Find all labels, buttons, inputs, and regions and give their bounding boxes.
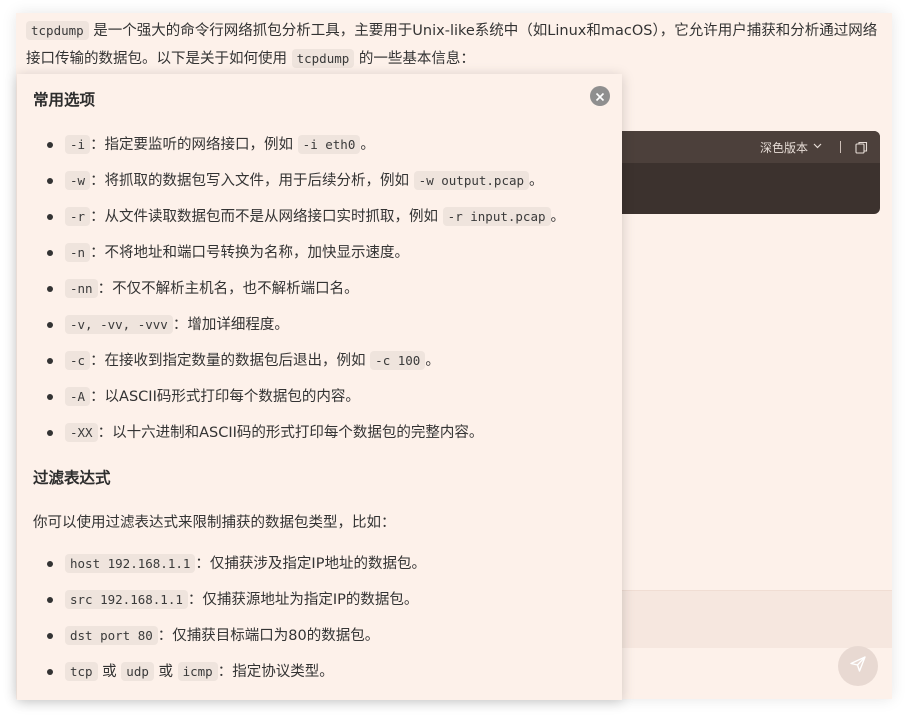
option-text: ：不仅不解析主机名，也不解析端口名。 <box>97 281 359 297</box>
theme-label: 深色版本 <box>759 140 808 155</box>
protocol-code: tcp <box>65 662 98 681</box>
list-item: src 192.168.1.1 ：仅捕获源地址为指定IP的数据包。 <box>47 582 426 618</box>
option-text: ：以ASCII码形式打印每个数据包的内容。 <box>90 389 360 405</box>
intro-text: 的一些基本信息： <box>354 51 475 67</box>
intro-paragraph: tcpdump 是一个强大的命令行网络抓包分析工具，主要用于Unix-like系… <box>26 17 886 73</box>
option-text: ：在接收到指定数量的数据包后退出，例如 <box>90 353 371 369</box>
list-item: -XX ：以十六进制和ASCII码的形式打印每个数据包的完整内容。 <box>47 415 565 451</box>
option-text: ：指定要监听的网络接口，例如 <box>90 137 298 153</box>
inline-code: tcpdump <box>291 49 355 68</box>
filter-code: host 192.168.1.1 <box>65 554 196 573</box>
example-code: -w output.pcap <box>413 171 530 190</box>
example-code: -i eth0 <box>297 135 361 154</box>
conjunction-text: 或 <box>97 664 122 680</box>
option-code: -c <box>65 351 91 370</box>
detail-popup: 常用选项 -i ：指定要监听的网络接口，例如 -i eth0。 -w ：将抓取的数据… <box>17 74 622 700</box>
filter-text: ：仅捕获涉及指定IP地址的数据包。 <box>195 556 426 572</box>
send-icon <box>849 655 867 677</box>
list-item: -n ：不将地址和端口号转换为名称，加快显示速度。 <box>47 235 565 271</box>
option-code: -XX <box>65 423 98 442</box>
conjunction-text: 或 <box>153 664 178 680</box>
theme-dropdown[interactable]: 深色版本 <box>760 139 822 156</box>
list-item: -i ：指定要监听的网络接口，例如 -i eth0。 <box>47 127 565 163</box>
filter-code: dst port 80 <box>65 626 158 645</box>
divider <box>840 141 841 153</box>
option-code: -A <box>65 387 91 406</box>
section-description: 你可以使用过滤表达式来限制捕获的数据包类型，比如： <box>33 515 396 531</box>
close-button[interactable] <box>590 86 610 106</box>
section-title-options: 常用选项 <box>33 91 96 109</box>
punctuation: 。 <box>550 209 566 225</box>
protocol-code: udp <box>121 662 154 681</box>
option-text: ：以十六进制和ASCII码的形式打印每个数据包的完整内容。 <box>97 425 484 441</box>
option-text: ：增加详细程度。 <box>172 317 289 333</box>
chevron-down-icon <box>813 142 822 152</box>
code-block-header: 深色版本 <box>578 131 880 163</box>
list-item: -w ：将抓取的数据包写入文件，用于后续分析，例如 -w output.pcap。 <box>47 163 565 199</box>
punctuation: 。 <box>425 353 440 369</box>
option-text: ：不将地址和端口号转换为名称，加快显示速度。 <box>90 245 410 261</box>
list-item: dst port 80 ：仅捕获目标端口为80的数据包。 <box>47 618 426 654</box>
protocol-code: icmp <box>177 662 218 681</box>
filter-code: src 192.168.1.1 <box>65 590 188 609</box>
option-code: -nn <box>65 279 98 298</box>
options-list: -i ：指定要监听的网络接口，例如 -i eth0。 -w ：将抓取的数据包写入文件… <box>47 127 565 451</box>
protocol-text: ：指定协议类型。 <box>217 664 334 680</box>
list-item: -v, -vv, -vvv ：增加详细程度。 <box>47 307 565 343</box>
list-item: host 192.168.1.1 ：仅捕获涉及指定IP地址的数据包。 <box>47 546 426 582</box>
section-title-filters: 过滤表达式 <box>33 469 111 487</box>
input-area-strip <box>618 590 892 648</box>
filters-list: host 192.168.1.1 ：仅捕获涉及指定IP地址的数据包。 src 19… <box>47 546 426 690</box>
close-icon <box>595 87 605 106</box>
option-code: -i <box>65 135 91 154</box>
filter-text: ：仅捕获源地址为指定IP的数据包。 <box>187 592 419 608</box>
inline-code: tcpdump <box>26 21 89 40</box>
filter-text: ：仅捕获目标端口为80的数据包。 <box>157 628 380 644</box>
option-code: -r <box>65 207 91 226</box>
punctuation: 。 <box>529 173 544 189</box>
send-button[interactable] <box>838 646 878 686</box>
example-code: -c 100 <box>370 351 426 370</box>
punctuation: 。 <box>360 137 375 153</box>
option-code: -n <box>65 243 91 262</box>
code-block: 深色版本 <box>578 131 880 214</box>
example-code: -r input.pcap <box>442 207 551 226</box>
option-code: -v, -vv, -vvv <box>65 315 173 334</box>
option-text: ：将抓取的数据包写入文件，用于后续分析，例如 <box>90 173 414 189</box>
list-item: -r ：从文件读取数据包而不是从网络接口实时抓取，例如 -r input.pcap… <box>47 199 565 235</box>
list-item: -A ：以ASCII码形式打印每个数据包的内容。 <box>47 379 565 415</box>
list-item: tcp 或 udp 或 icmp ：指定协议类型。 <box>47 654 426 690</box>
list-item: -nn ：不仅不解析主机名，也不解析端口名。 <box>47 271 565 307</box>
option-code: -w <box>65 171 91 190</box>
option-text: ：从文件读取数据包而不是从网络接口实时抓取，例如 <box>90 209 443 225</box>
list-item: -c ：在接收到指定数量的数据包后退出，例如 -c 100。 <box>47 343 565 379</box>
copy-icon[interactable] <box>855 141 868 154</box>
